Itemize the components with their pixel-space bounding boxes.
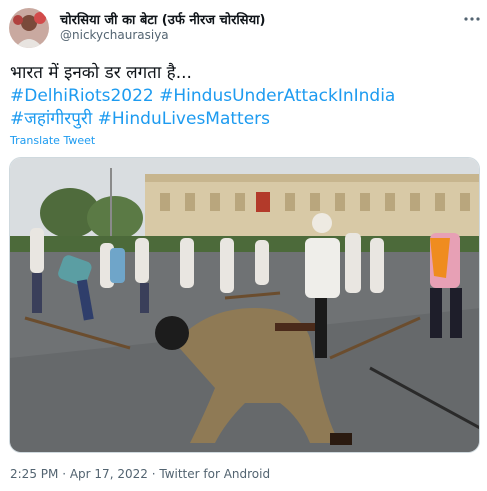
- hashtag-link[interactable]: #HinduLivesMatters: [98, 109, 270, 129]
- tweet-photo[interactable]: [9, 157, 480, 453]
- hashtag-line: #DelhiRiots2022 #HindusUnderAttackInIndi…: [10, 85, 480, 108]
- hashtag-line: #जहांगीरपुरी #HinduLivesMatters: [10, 108, 480, 131]
- tweet-meta: 2:25 PM · Apr 17, 2022 · Twitter for And…: [10, 467, 270, 481]
- meta-separator: ·: [62, 467, 67, 481]
- tweet-date[interactable]: Apr 17, 2022: [70, 467, 148, 481]
- avatar[interactable]: [9, 8, 49, 48]
- hashtag-link[interactable]: #जहांगीरपुरी: [10, 109, 92, 129]
- author-display-name[interactable]: चोरसिया जी का बेटा (उर्फ नीरज चोरसिया): [60, 10, 265, 28]
- tweet-card: चोरसिया जी का बेटा (उर्फ नीरज चोरसिया) @…: [0, 0, 487, 491]
- more-dots-icon[interactable]: [462, 9, 482, 29]
- author-handle[interactable]: @nickychaurasiya: [60, 28, 169, 42]
- tweet-source[interactable]: Twitter for Android: [159, 467, 270, 481]
- meta-separator: ·: [151, 467, 156, 481]
- translate-tweet-link[interactable]: Translate Tweet: [10, 134, 95, 147]
- tweet-time[interactable]: 2:25 PM: [10, 467, 58, 481]
- hashtag-link[interactable]: #DelhiRiots2022: [10, 86, 154, 106]
- hashtag-link[interactable]: #HindusUnderAttackInIndia: [159, 86, 395, 106]
- tweet-text: भारत में इनको डर लगता है... #DelhiRiots2…: [10, 62, 480, 131]
- tweet-text-line: भारत में इनको डर लगता है...: [10, 63, 192, 83]
